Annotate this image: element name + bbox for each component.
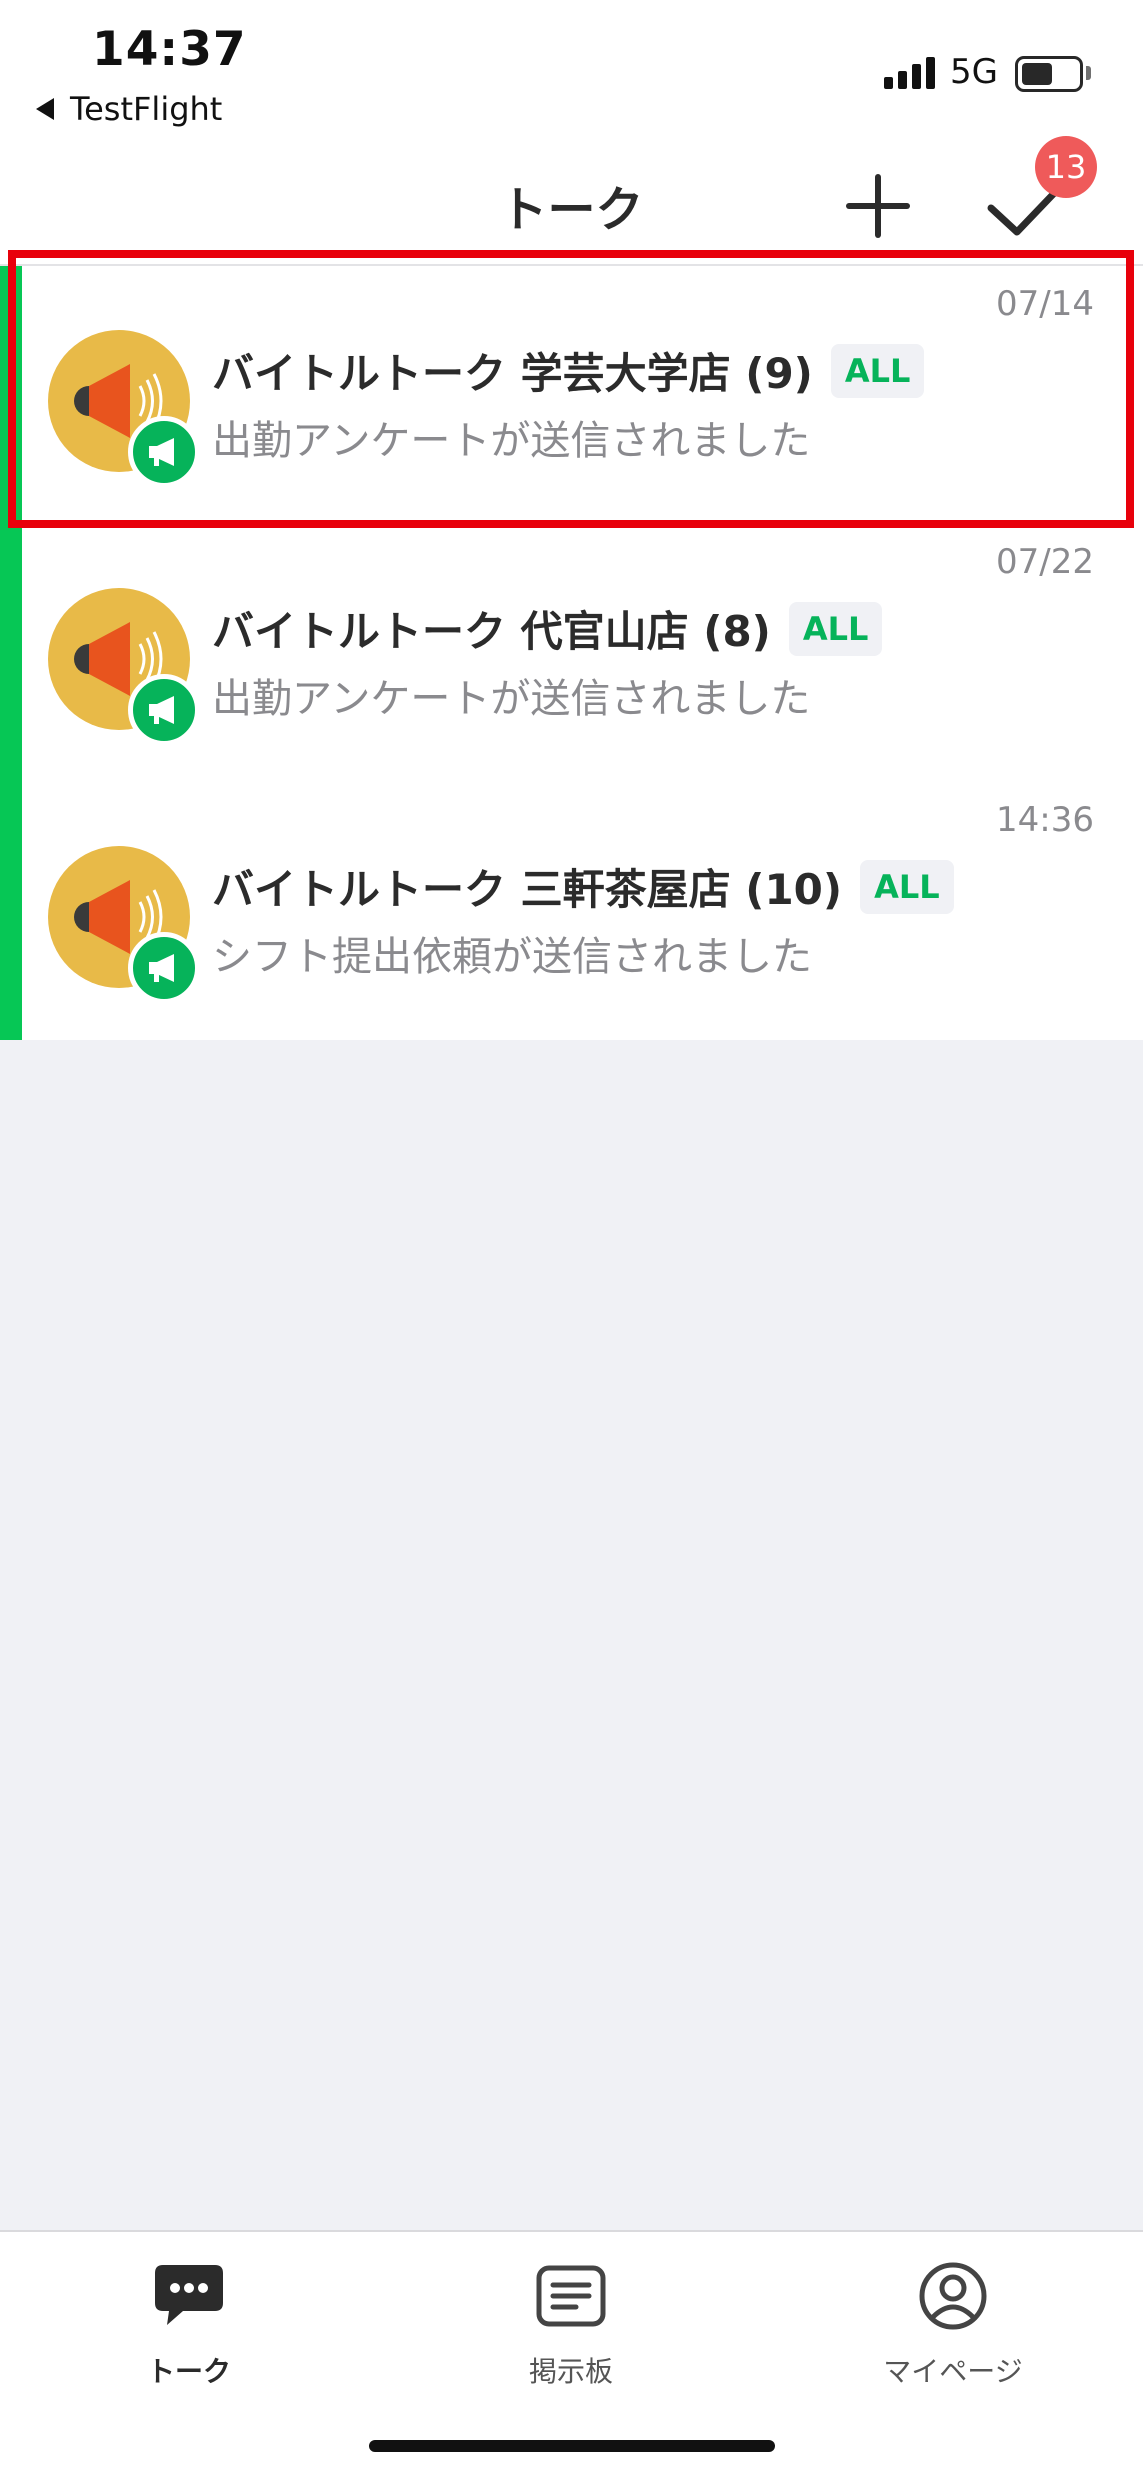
home-indicator[interactable] [369, 2440, 775, 2452]
talk-name: バイトルトーク 代官山店 (8) [212, 607, 771, 656]
board-icon [533, 2258, 609, 2334]
announcement-icon [128, 932, 200, 1004]
page-title: トーク [499, 182, 644, 238]
all-tag: ALL [830, 343, 925, 398]
tab-mypage[interactable]: マイページ [833, 2250, 1073, 2410]
back-to-app-link[interactable]: TestFlight [36, 90, 222, 128]
all-tag: ALL [788, 601, 883, 656]
all-tag: ALL [860, 859, 954, 914]
talk-date: 07/22 [996, 542, 1094, 582]
talk-row[interactable]: 14:36 バイトルトーク 三軒茶屋店 (10) ALL シフト提出依頼が送信さ… [22, 786, 1143, 1044]
plus-icon[interactable] [842, 170, 914, 242]
announcement-icon [128, 416, 200, 488]
status-time: 14:37 [92, 22, 247, 77]
talk-last-message: 出勤アンケートが送信されました [212, 676, 811, 722]
talk-title: バイトルトーク 代官山店 (8) ALL [212, 598, 883, 659]
talk-last-message: 出勤アンケートが送信されました [212, 418, 811, 464]
tab-label: マイページ [883, 2355, 1023, 2388]
header-divider [0, 264, 1143, 266]
tab-bar: トーク 掲示板 マイページ [0, 2230, 1143, 2475]
talk-row[interactable]: 07/14 バイトルトーク 学芸大学店 (9) ALL 出勤アンケートが送信され… [22, 270, 1143, 528]
talk-title: バイトルトーク 学芸大学店 (9) ALL [212, 340, 925, 401]
talk-last-message: シフト提出依頼が送信されました [212, 934, 812, 980]
back-triangle-icon [36, 98, 54, 120]
tab-board[interactable]: 掲示板 [451, 2250, 691, 2410]
tab-label: 掲示板 [528, 2355, 613, 2388]
tab-talk[interactable]: トーク [69, 2250, 309, 2410]
talk-name: バイトルトーク 学芸大学店 (9) [212, 349, 813, 398]
talk-row[interactable]: 07/22 バイトルトーク 代官山店 (8) ALL 出勤アンケートが送信されま… [22, 528, 1143, 786]
talk-date: 07/14 [996, 284, 1094, 324]
tab-label: トーク [146, 2355, 231, 2388]
battery-icon [1015, 56, 1083, 92]
talk-title: バイトルトーク 三軒茶屋店 (10) ALL [212, 856, 954, 917]
network-type: 5G [950, 52, 998, 92]
talk-date: 14:36 [996, 800, 1094, 840]
cellular-signal-icon [884, 57, 935, 89]
battery-tip [1086, 66, 1091, 80]
profile-icon [915, 2258, 991, 2334]
talk-name: バイトルトーク 三軒茶屋店 (10) [212, 865, 843, 914]
list-accent-bar [0, 266, 22, 1040]
chat-bubble-icon [151, 2258, 227, 2334]
unread-badge: 13 [1035, 136, 1097, 198]
announcement-icon [128, 674, 200, 746]
back-app-label: TestFlight [70, 90, 223, 128]
